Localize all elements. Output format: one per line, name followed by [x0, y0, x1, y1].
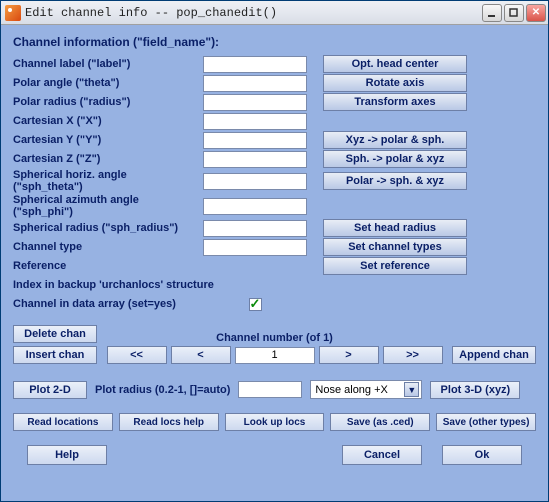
plot-radius-label: Plot radius (0.2-1, []=auto) [95, 384, 230, 396]
nose-along-select[interactable]: Nose along +X ▼ [310, 380, 422, 399]
read-locs-help-button[interactable]: Read locs help [119, 413, 219, 431]
type-input[interactable] [203, 239, 307, 256]
append-chan-button[interactable]: Append chan [452, 346, 536, 364]
read-locations-button[interactable]: Read locations [13, 413, 113, 431]
spacer [323, 197, 467, 215]
maximize-icon [509, 8, 519, 18]
io-row: Read locations Read locs help Look up lo… [13, 413, 536, 431]
set-reference-button[interactable]: Set reference [323, 257, 467, 275]
spacer [323, 295, 467, 313]
label-label: Channel label ("label") [13, 58, 187, 70]
z-label: Cartesian Z ("Z") [13, 153, 187, 165]
minimize-icon [487, 8, 497, 18]
sph-theta-label: Spherical horiz. angle ("sph_theta") [13, 169, 187, 193]
theta-label: Polar angle ("theta") [13, 77, 187, 89]
matlab-icon [5, 5, 21, 21]
z-input[interactable] [203, 151, 307, 168]
x-input[interactable] [203, 113, 307, 130]
nose-along-value: Nose along +X [315, 384, 387, 396]
titlebar: Edit channel info -- pop_chanedit() ✕ [1, 1, 548, 25]
chevron-down-icon: ▼ [404, 382, 419, 397]
ok-button[interactable]: Ok [442, 445, 522, 465]
close-button[interactable]: ✕ [526, 4, 546, 22]
spacer [323, 276, 467, 294]
theta-input[interactable] [203, 75, 307, 92]
section-heading: Channel information ("field_name"): [13, 35, 536, 49]
sph-theta-input[interactable] [203, 173, 307, 190]
delete-chan-button[interactable]: Delete chan [13, 325, 97, 343]
next-chan-button[interactable]: > [319, 346, 379, 364]
prev-chan-button[interactable]: < [171, 346, 231, 364]
window: Edit channel info -- pop_chanedit() ✕ Ch… [0, 0, 549, 502]
spacer [203, 257, 307, 275]
x-label: Cartesian X ("X") [13, 115, 187, 127]
radius-input[interactable] [203, 94, 307, 111]
reference-label: Reference [13, 260, 187, 272]
sph-to-polar-xyz-button[interactable]: Sph. -> polar & xyz [323, 150, 467, 168]
plot-radius-input[interactable] [238, 381, 302, 398]
sph-radius-input[interactable] [203, 220, 307, 237]
set-head-radius-button[interactable]: Set head radius [323, 219, 467, 237]
content: Channel information ("field_name"): Chan… [1, 25, 548, 473]
field-grid: Channel label ("label") Opt. head center… [13, 55, 536, 313]
set-channel-types-button[interactable]: Set channel types [323, 238, 467, 256]
plot-2d-button[interactable]: Plot 2-D [13, 381, 87, 399]
channel-number-label: Channel number (of 1) [216, 332, 333, 344]
y-label: Cartesian Y ("Y") [13, 134, 187, 146]
polar-to-sph-xyz-button[interactable]: Polar -> sph. & xyz [323, 172, 467, 190]
minimize-button[interactable] [482, 4, 502, 22]
transform-axes-button[interactable]: Transform axes [323, 93, 467, 111]
cancel-button[interactable]: Cancel [342, 445, 422, 465]
save-other-types-button[interactable]: Save (other types) [436, 413, 536, 431]
help-button[interactable]: Help [27, 445, 107, 465]
urchan-label: Index in backup 'urchanlocs' structure [13, 279, 307, 291]
maximize-button[interactable] [504, 4, 524, 22]
spacer [323, 112, 467, 130]
window-controls: ✕ [482, 4, 546, 22]
label-input[interactable] [203, 56, 307, 73]
type-label: Channel type [13, 241, 187, 253]
radius-label: Polar radius ("radius") [13, 96, 187, 108]
look-up-locs-button[interactable]: Look up locs [225, 413, 325, 431]
window-title: Edit channel info -- pop_chanedit() [25, 6, 482, 20]
sph-phi-label: Spherical azimuth angle ("sph_phi") [13, 194, 187, 218]
in-data-checkbox-wrap [203, 298, 307, 311]
insert-chan-button[interactable]: Insert chan [13, 346, 97, 364]
rotate-axis-button[interactable]: Rotate axis [323, 74, 467, 92]
sph-phi-input[interactable] [203, 198, 307, 215]
bottom-row: Help Cancel Ok [13, 445, 536, 465]
sph-radius-label: Spherical radius ("sph_radius") [13, 222, 187, 234]
last-chan-button[interactable]: >> [383, 346, 443, 364]
plot-row: Plot 2-D Plot radius (0.2-1, []=auto) No… [13, 380, 536, 399]
channel-number-input[interactable] [235, 347, 315, 364]
first-chan-button[interactable]: << [107, 346, 167, 364]
in-data-label: Channel in data array (set=yes) [13, 298, 187, 310]
opt-head-center-button[interactable]: Opt. head center [323, 55, 467, 73]
save-ced-button[interactable]: Save (as .ced) [330, 413, 430, 431]
in-data-checkbox[interactable] [249, 298, 262, 311]
xyz-to-polar-sph-button[interactable]: Xyz -> polar & sph. [323, 131, 467, 149]
y-input[interactable] [203, 132, 307, 149]
plot-3d-button[interactable]: Plot 3-D (xyz) [430, 381, 520, 399]
